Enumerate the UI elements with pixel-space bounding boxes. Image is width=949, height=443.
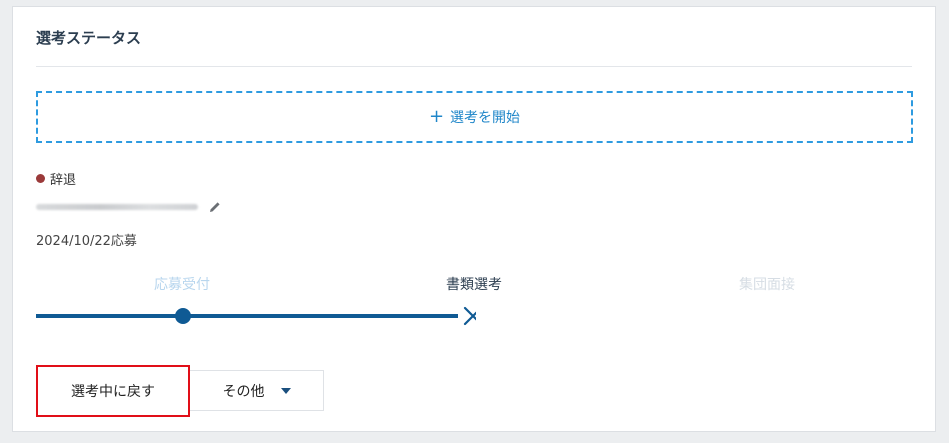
status-indicator: 辞退 (36, 169, 76, 188)
start-selection-label: 選考を開始 (450, 110, 521, 126)
other-dropdown-button[interactable]: その他 (190, 370, 324, 411)
plus-icon: + (428, 106, 445, 127)
selection-status-card: 選考ステータス + 選考を開始 辞退 2024/10/22応募 応募受付 書類選… (12, 6, 936, 432)
stage-label-document-screening: 書類選考 (446, 277, 502, 293)
status-dot-icon (36, 174, 45, 183)
start-selection-button[interactable]: + 選考を開始 (36, 91, 913, 143)
return-to-selection-button[interactable]: 選考中に戻す (36, 365, 190, 417)
card-title: 選考ステータス (36, 29, 142, 47)
declined-x-icon (463, 306, 476, 326)
applicant-row (36, 199, 223, 215)
applied-date: 2024/10/22応募 (36, 234, 137, 249)
progress-line (36, 314, 458, 318)
stage-label-group-interview: 集団面接 (739, 277, 795, 293)
other-label: その他 (222, 383, 265, 400)
progress-node-application (175, 308, 191, 324)
status-label: 辞退 (50, 173, 77, 188)
caret-down-icon (280, 387, 291, 394)
stage-label-application: 応募受付 (154, 277, 210, 293)
divider (36, 66, 912, 67)
pencil-icon[interactable] (207, 199, 223, 215)
selection-progress-track (36, 306, 476, 326)
masked-applicant-name (36, 204, 198, 210)
action-buttons: 選考中に戻す その他 (36, 365, 324, 417)
